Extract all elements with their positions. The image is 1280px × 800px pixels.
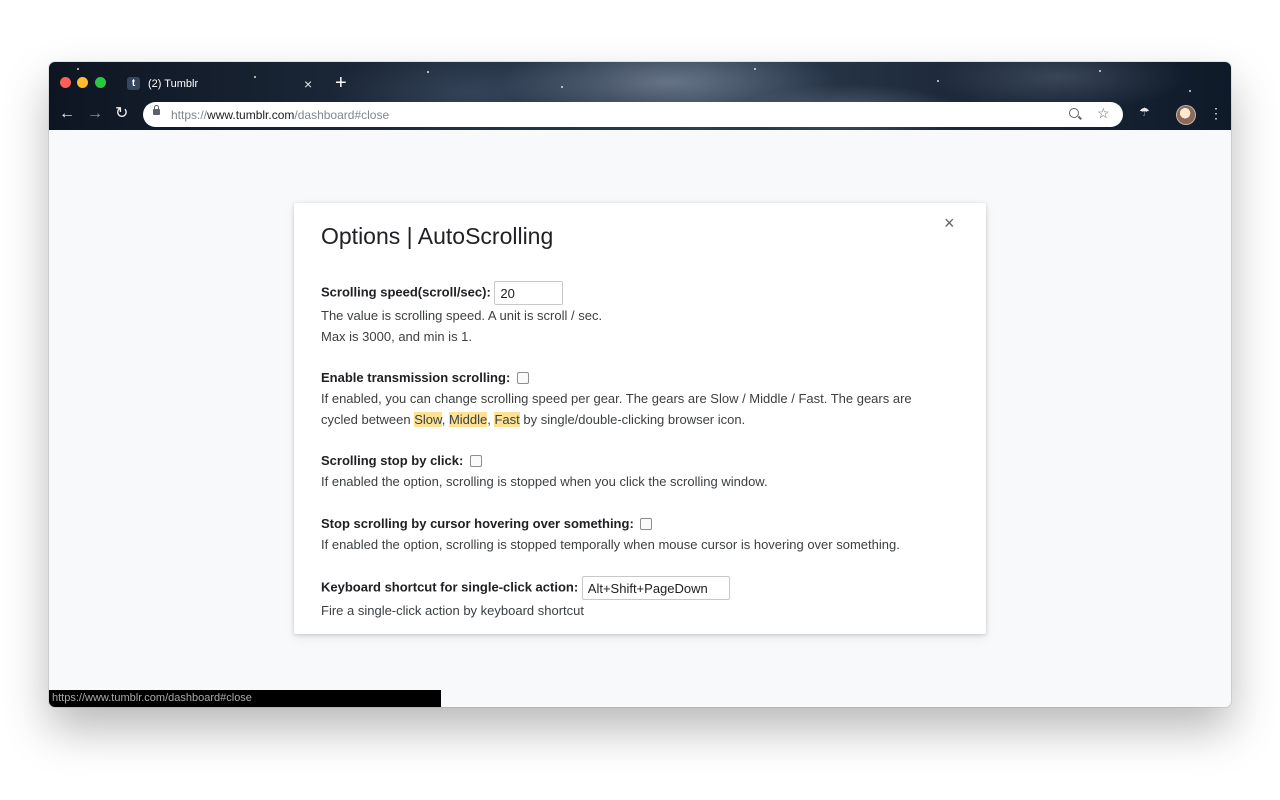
address-bar[interactable]: https://www.tumblr.com/dashboard#close ☆ bbox=[143, 102, 1123, 127]
shortcut-option: Keyboard shortcut for single-click actio… bbox=[321, 576, 730, 600]
speed-limits-description: Max is 3000, and min is 1. bbox=[321, 329, 473, 344]
transmission-label: Enable transmission scrolling: bbox=[321, 370, 511, 385]
transmission-gears-description: cycled between Slow, Middle, Fast by sin… bbox=[321, 409, 745, 430]
gear-middle: Middle bbox=[448, 412, 488, 427]
close-window-button[interactable] bbox=[60, 77, 71, 88]
stop-click-option: Scrolling stop by click: bbox=[321, 453, 482, 468]
extension-icon[interactable]: ☂ bbox=[1139, 105, 1150, 119]
transmission-checkbox[interactable] bbox=[516, 371, 529, 384]
stop-click-description: If enabled the option, scrolling is stop… bbox=[321, 474, 768, 489]
reload-icon[interactable]: ↻ bbox=[115, 104, 128, 124]
tab-tumblr[interactable]: t (2) Tumblr × bbox=[119, 70, 324, 98]
shortcut-input[interactable] bbox=[581, 576, 730, 600]
tab-close-icon[interactable]: × bbox=[304, 76, 312, 92]
more-menu-icon[interactable]: ⋮ bbox=[1209, 105, 1223, 122]
stop-hover-checkbox[interactable] bbox=[640, 517, 653, 530]
url-path: /dashboard#close bbox=[294, 108, 390, 122]
maximize-window-button[interactable] bbox=[95, 77, 106, 88]
stop-hover-label: Stop scrolling by cursor hovering over s… bbox=[321, 516, 634, 531]
gear-separator: , bbox=[441, 412, 449, 427]
background-star bbox=[937, 80, 939, 82]
background-star bbox=[561, 86, 563, 88]
background-star bbox=[754, 68, 756, 70]
stop-hover-option: Stop scrolling by cursor hovering over s… bbox=[321, 516, 653, 531]
speed-label: Scrolling speed(scroll/sec): bbox=[321, 284, 491, 300]
speed-option: Scrolling speed(scroll/sec): bbox=[321, 281, 564, 305]
browser-window: t (2) Tumblr × + ← → ↻ https://www.tumbl… bbox=[49, 62, 1231, 707]
url-text[interactable]: https://www.tumblr.com/dashboard#close bbox=[171, 108, 389, 122]
background-star bbox=[77, 68, 79, 70]
minimize-window-button[interactable] bbox=[77, 77, 88, 88]
stop-click-checkbox[interactable] bbox=[469, 454, 482, 467]
transmission-description: If enabled, you can change scrolling spe… bbox=[321, 391, 912, 406]
background-star bbox=[1189, 90, 1191, 92]
close-icon[interactable]: × bbox=[944, 213, 955, 233]
gear-slow: Slow bbox=[414, 412, 442, 427]
gears-prefix: cycled between bbox=[321, 412, 415, 427]
tab-title: (2) Tumblr bbox=[148, 78, 199, 90]
browser-toolbar: t (2) Tumblr × + ← → ↻ https://www.tumbl… bbox=[49, 62, 1231, 130]
background-star bbox=[1099, 70, 1101, 72]
stop-click-label: Scrolling stop by click: bbox=[321, 453, 464, 468]
speed-input[interactable] bbox=[494, 281, 564, 305]
url-scheme: https:// bbox=[171, 108, 208, 122]
bookmark-star-icon[interactable]: ☆ bbox=[1097, 105, 1110, 122]
stop-hover-description: If enabled the option, scrolling is stop… bbox=[321, 537, 900, 552]
forward-arrow-icon[interactable]: → bbox=[87, 104, 103, 124]
shortcut-description: Fire a single-click action by keyboard s… bbox=[321, 603, 585, 618]
status-bar: https://www.tumblr.com/dashboard#close bbox=[49, 690, 441, 707]
options-panel: Options | AutoScrolling × Scrolling spee… bbox=[294, 203, 986, 634]
gear-fast: Fast bbox=[494, 412, 520, 427]
speed-description: The value is scrolling speed. A unit is … bbox=[321, 308, 603, 323]
shortcut-label: Keyboard shortcut for single-click actio… bbox=[321, 579, 579, 595]
back-arrow-icon[interactable]: ← bbox=[59, 104, 75, 124]
profile-avatar[interactable] bbox=[1176, 105, 1196, 125]
tumblr-icon: t bbox=[127, 77, 140, 90]
url-host: www.tumblr.com bbox=[207, 108, 295, 122]
transmission-option: Enable transmission scrolling: bbox=[321, 370, 529, 385]
page-title: Options | AutoScrolling bbox=[321, 223, 554, 249]
zoom-icon[interactable] bbox=[1069, 108, 1079, 118]
new-tab-icon[interactable]: + bbox=[335, 71, 347, 95]
gears-suffix: by single/double-clicking browser icon. bbox=[519, 412, 746, 427]
lock-icon bbox=[153, 105, 160, 115]
background-star bbox=[427, 71, 429, 73]
